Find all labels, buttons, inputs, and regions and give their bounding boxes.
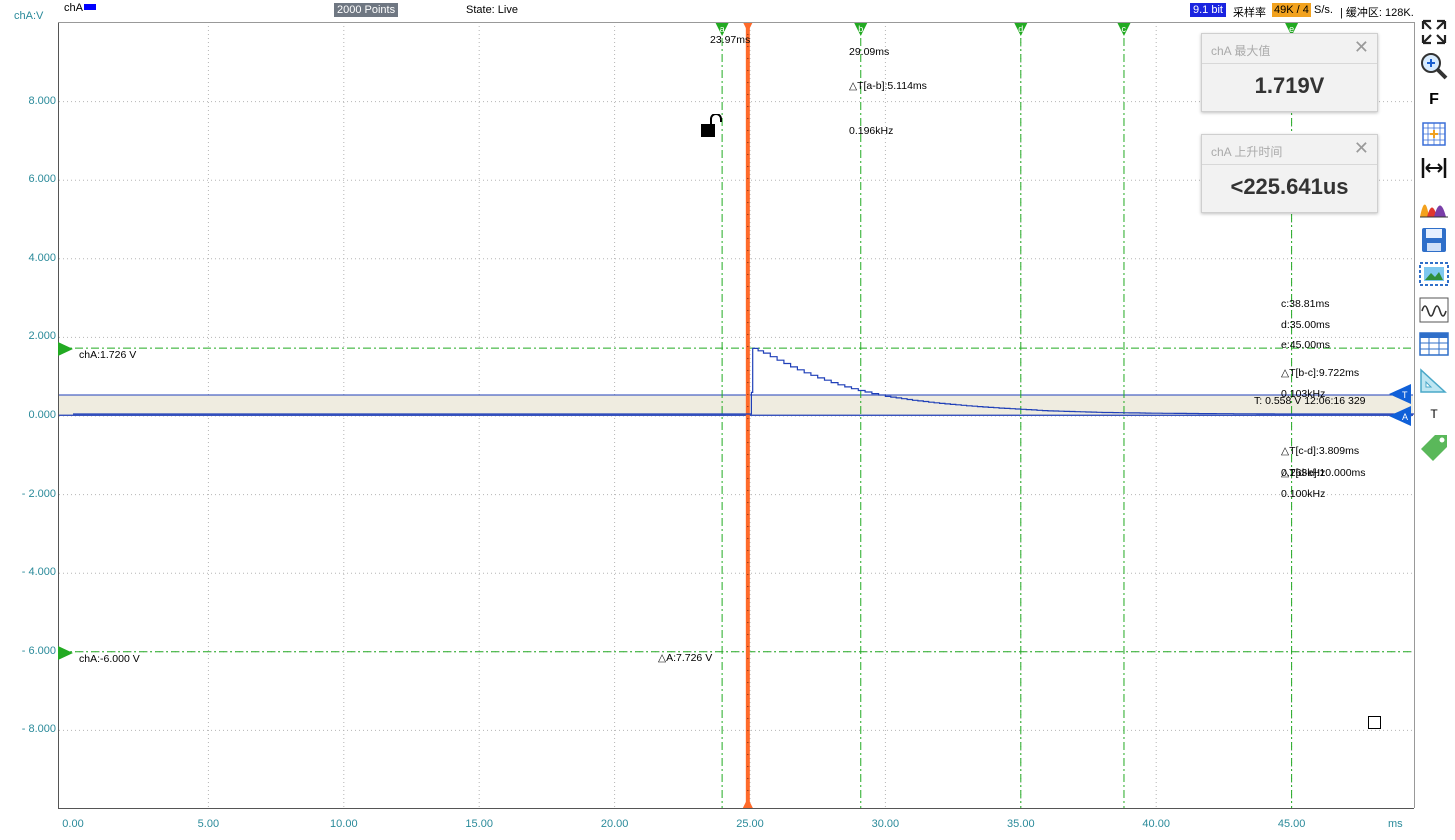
top-status-bar: chA 2000 Points State: Live 9.1 bit 采样率 … xyxy=(0,0,1415,22)
delta-t-ab: △T[a-b]:5.114ms xyxy=(849,80,927,92)
font-icon[interactable]: F xyxy=(1418,84,1450,116)
x-tick-label: 0.00 xyxy=(62,818,84,830)
close-icon[interactable]: ✕ xyxy=(1354,37,1369,58)
unlock-icon[interactable] xyxy=(700,114,726,140)
fullscreen-icon[interactable] xyxy=(1418,16,1450,48)
level-high-label: chA:1.726 V xyxy=(79,349,137,361)
y-tick-label: - 6.000 xyxy=(21,644,56,657)
grid-select-icon[interactable] xyxy=(1418,118,1450,150)
zoom-icon[interactable] xyxy=(1418,50,1450,82)
sample-rate-badge: 49K / 4 xyxy=(1272,3,1311,17)
cursor-e-time: e:45.00ms xyxy=(1281,339,1331,351)
close-icon[interactable]: ✕ xyxy=(1354,138,1369,159)
rise-time-value: <225.641us xyxy=(1230,174,1349,199)
rise-time-title: chA 上升时间 xyxy=(1211,145,1283,159)
bits-badge: 9.1 bit xyxy=(1190,3,1226,17)
cursor-c-time: c:38.81ms xyxy=(1281,298,1330,310)
trigger-band xyxy=(59,395,1413,416)
freq-de: 0.100kHz xyxy=(1281,488,1326,500)
level-low-label: chA:-6.000 V xyxy=(79,653,140,665)
measure-width-icon[interactable] xyxy=(1418,152,1450,184)
text-icon[interactable]: T xyxy=(1418,398,1450,430)
y-tick-label: - 2.000 xyxy=(21,487,56,500)
delta-t-de: △T[d-e]:10.000ms xyxy=(1281,467,1366,479)
y-axis-unit: chA:V xyxy=(14,10,44,22)
channel-flag-letter: A xyxy=(1402,412,1408,422)
x-tick-label: 35.00 xyxy=(1007,818,1035,830)
spectrum-icon[interactable] xyxy=(1418,188,1450,220)
x-axis-unit: ms xyxy=(1388,818,1403,830)
x-tick-label: 5.00 xyxy=(197,818,220,830)
screenshot-icon[interactable] xyxy=(1418,258,1450,290)
popup-divider xyxy=(1202,164,1377,165)
x-tick-label: 10.00 xyxy=(330,818,358,830)
x-tick-label: 15.00 xyxy=(465,818,493,830)
max-value-popup: chA 最大值 ✕ 1.719V xyxy=(1201,33,1378,112)
buffer-label: | 缓冲区: 128K. xyxy=(1340,7,1414,19)
trigger-cursor-handle[interactable] xyxy=(742,22,753,32)
channel-color-swatch xyxy=(83,4,96,10)
cursor-letter-a: a xyxy=(720,24,725,34)
level-marker-low[interactable] xyxy=(58,646,73,660)
waveform-icon[interactable] xyxy=(1418,294,1450,326)
rise-time-popup: chA 上升时间 ✕ <225.641us xyxy=(1201,134,1378,213)
popup-divider xyxy=(1202,63,1377,64)
y-tick-label: 6.000 xyxy=(28,173,56,186)
trigger-info: T: 0.558 V 12:06:16 329 xyxy=(1254,395,1366,407)
y-tick-label: 2.000 xyxy=(28,330,56,343)
max-value-title: chA 最大值 xyxy=(1211,44,1271,58)
x-tick-label: 40.00 xyxy=(1142,818,1170,830)
cursor-letter-c: c xyxy=(1121,24,1126,34)
freq-ab: 0.196kHz xyxy=(849,125,894,137)
delta-t-cd: △T[c-d]:3.809ms xyxy=(1281,445,1360,457)
y-tick-label: 4.000 xyxy=(28,251,56,264)
max-value: 1.719V xyxy=(1254,73,1325,98)
sample-rate-unit: S/s. xyxy=(1314,4,1333,16)
corner-checkbox[interactable] xyxy=(1368,716,1381,729)
cursor-letter-d: d xyxy=(1018,24,1023,34)
delta-amplitude: △A:7.726 V xyxy=(658,652,713,664)
y-tick-label: 0.000 xyxy=(28,409,56,421)
channel-indicator[interactable]: chA xyxy=(64,2,96,14)
x-tick-label: 30.00 xyxy=(871,818,900,830)
delta-t-bc: △T[b-c]:9.722ms xyxy=(1281,367,1360,379)
table-icon[interactable] xyxy=(1418,328,1450,360)
trigger-flag-letter: T xyxy=(1402,390,1408,400)
y-tick-label: - 4.000 xyxy=(21,566,56,579)
state-label: State: Live xyxy=(466,4,518,16)
trigger-cursor-handle-bottom[interactable] xyxy=(742,798,753,808)
save-icon[interactable] xyxy=(1418,224,1450,256)
points-badge: 2000 Points xyxy=(334,3,399,17)
cursor-letter-b: b xyxy=(858,24,863,34)
ruler-icon[interactable] xyxy=(1418,364,1450,396)
tag-icon[interactable] xyxy=(1418,432,1450,464)
y-tick-label: - 8.000 xyxy=(21,723,56,736)
cursor-d-time: d:35.00ms xyxy=(1281,319,1331,331)
cursor-a-time: 23.97ms xyxy=(710,34,751,46)
level-marker-high[interactable] xyxy=(58,342,73,356)
cursor-b-time: 29.09ms xyxy=(849,46,890,58)
x-tick-label: 45.00 xyxy=(1277,818,1306,830)
x-tick-label: 25.00 xyxy=(736,818,764,830)
y-tick-label: 8.000 xyxy=(28,94,56,107)
x-tick-label: 20.00 xyxy=(600,818,629,830)
sample-rate-label: 采样率 xyxy=(1233,7,1266,19)
